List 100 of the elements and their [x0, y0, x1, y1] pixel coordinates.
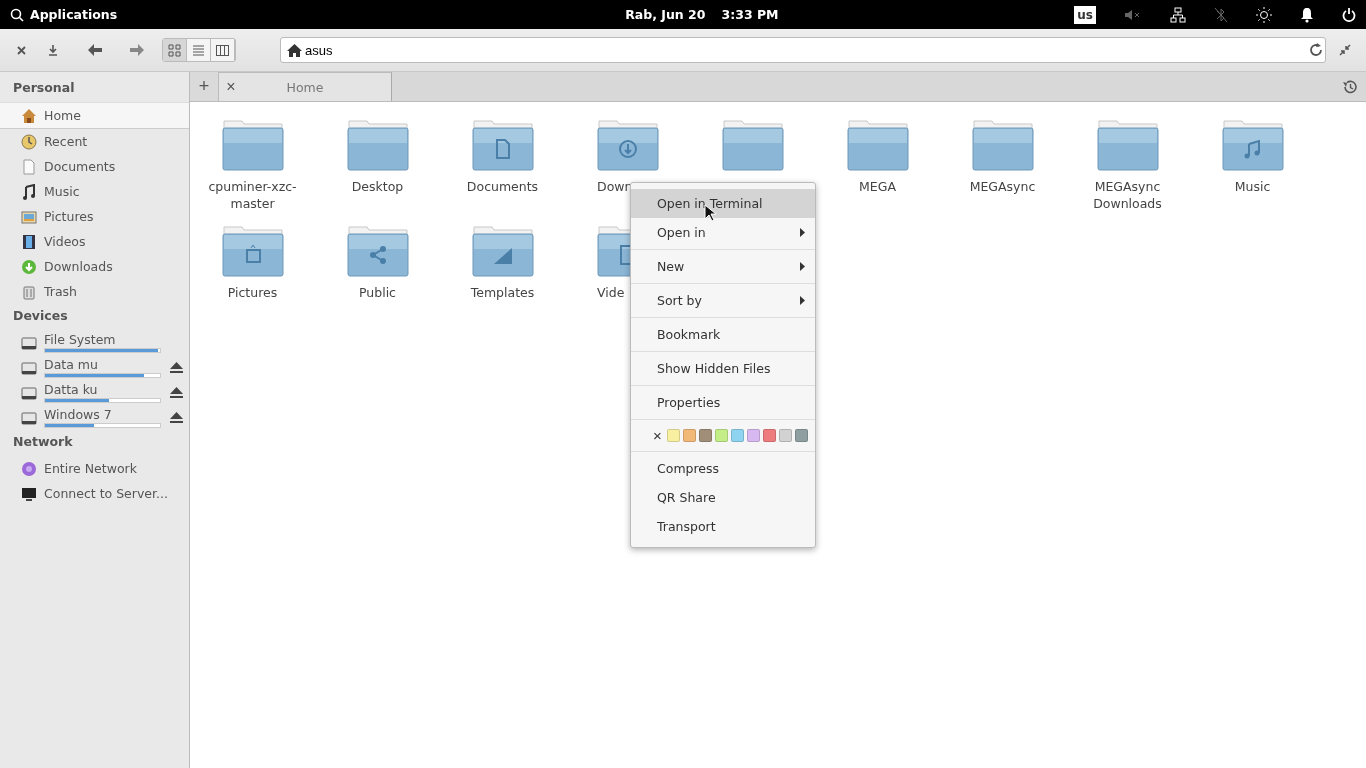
sidebar-item[interactable]: Windows 7 [0, 405, 189, 430]
tab-label: Home [285, 79, 325, 95]
folder-name: Templates [469, 284, 536, 302]
eject-icon[interactable] [170, 412, 183, 423]
submenu-item[interactable]: Open in [631, 218, 815, 247]
download-icon [48, 44, 58, 56]
sidebar-item-label: File System [44, 332, 117, 347]
sidebar-item[interactable]: Home [0, 102, 189, 129]
sidebar-item-label: Documents [44, 159, 116, 174]
folder-icon[interactable] [471, 224, 534, 278]
recent-icon [21, 133, 37, 150]
menu-item[interactable]: Show Hidden Files [631, 354, 815, 383]
menu-item[interactable]: Transport [631, 512, 815, 541]
folder-icon[interactable] [1221, 118, 1284, 172]
folder-icon[interactable] [971, 118, 1034, 172]
time-label[interactable]: 3:33 PM [721, 7, 779, 22]
bluetooth-off-icon[interactable] [1214, 6, 1228, 23]
tab-close-button[interactable]: × [219, 78, 243, 96]
sidebar-item-label: Data mu [44, 357, 99, 372]
color-swatch[interactable] [698, 429, 712, 442]
pictures-icon [21, 208, 37, 225]
folder-icon[interactable] [221, 118, 284, 172]
clear-color-button[interactable]: × [651, 427, 664, 444]
color-swatch[interactable] [794, 429, 808, 442]
brightness-icon[interactable] [1256, 6, 1272, 23]
back-arrow-icon [87, 43, 103, 57]
submenu-arrow-icon [800, 296, 805, 305]
view-mode-button[interactable] [211, 39, 235, 61]
drive-icon [21, 409, 37, 426]
sidebar-item-label: Entire Network [44, 461, 137, 476]
sidebar-item-label: Recent [44, 134, 88, 149]
sidebar-item[interactable]: Entire Network [0, 456, 189, 481]
submenu-item[interactable]: New [631, 252, 815, 281]
color-swatch[interactable] [666, 429, 680, 442]
network-icon [21, 460, 37, 477]
power-icon[interactable] [1342, 7, 1356, 22]
sidebar-item-label: Windows 7 [44, 407, 113, 422]
folder-icon[interactable] [596, 118, 659, 172]
menu-item-label: Sort by [657, 293, 702, 308]
notification-bell-icon[interactable] [1300, 6, 1314, 23]
date-label[interactable]: Rab, Jun 20 [625, 7, 706, 22]
color-swatch[interactable] [714, 429, 728, 442]
sidebar-item-label: Connect to Server... [44, 486, 168, 501]
folder-icon[interactable] [346, 118, 409, 172]
eject-icon[interactable] [170, 362, 183, 373]
submenu-item[interactable]: Sort by [631, 286, 815, 315]
column-view-icon [215, 42, 230, 58]
folder-name: MEGAsync Downloads [1092, 178, 1163, 212]
sidebar-item[interactable]: File System [0, 330, 189, 355]
submenu-arrow-icon [800, 262, 805, 271]
folder-name: Vide [597, 284, 625, 302]
sidebar-item[interactable]: Data mu [0, 355, 189, 380]
folder-icon[interactable] [221, 224, 284, 278]
menu-item[interactable]: Bookmark [631, 320, 815, 349]
sidebar-item[interactable]: Videos [0, 229, 189, 254]
breadcrumb[interactable]: asus [281, 38, 343, 62]
sidebar-item[interactable]: Documents [0, 154, 189, 179]
sidebar-item[interactable]: Pictures [0, 204, 189, 229]
downloads-icon [21, 258, 37, 275]
sidebar-heading: Devices [12, 307, 69, 325]
sidebar-item-label: Trash [44, 284, 78, 299]
forward-arrow-icon [129, 43, 145, 57]
menu-item[interactable]: Compress [631, 454, 815, 483]
muted-speaker-icon[interactable] [1124, 8, 1142, 21]
sidebar-item[interactable]: Recent [0, 129, 189, 154]
folder-icon[interactable] [471, 118, 534, 172]
color-swatch[interactable] [746, 429, 760, 442]
submenu-arrow-icon [800, 228, 805, 237]
menu-item[interactable]: QR Share [631, 483, 815, 512]
color-swatch[interactable] [730, 429, 744, 442]
grid-view-icon [167, 42, 182, 58]
sidebar-item[interactable]: Datta ku [0, 380, 189, 405]
refresh-icon[interactable] [1309, 43, 1323, 57]
folder-name: cpuminer-xzc-master [207, 178, 298, 212]
sidebar-item[interactable]: Trash [0, 279, 189, 304]
sidebar-item[interactable]: Connect to Server... [0, 481, 189, 506]
keyboard-layout-indicator[interactable]: us [1074, 5, 1096, 24]
view-mode-button[interactable] [163, 39, 187, 61]
sidebar-item-label: Datta ku [44, 382, 99, 397]
document-icon [21, 158, 37, 175]
color-swatch[interactable] [762, 429, 776, 442]
music-icon [21, 183, 37, 200]
menu-item[interactable]: Properties [631, 388, 815, 417]
sidebar-item[interactable]: Music [0, 179, 189, 204]
applications-menu[interactable]: Applications [30, 7, 118, 22]
tab[interactable]: × Home [219, 72, 392, 101]
color-swatch[interactable] [778, 429, 792, 442]
color-swatch[interactable] [682, 429, 696, 442]
sidebar-item[interactable]: Downloads [0, 254, 189, 279]
folder-icon[interactable] [846, 118, 909, 172]
location-bar[interactable]: asus [280, 37, 1326, 63]
history-icon[interactable] [1342, 78, 1358, 95]
network-icon[interactable] [1170, 6, 1186, 23]
drive-icon [21, 384, 37, 401]
eject-icon[interactable] [170, 387, 183, 398]
folder-icon[interactable] [346, 224, 409, 278]
folder-icon[interactable] [1096, 118, 1159, 172]
folder-name: Documents [465, 178, 540, 196]
folder-icon[interactable] [721, 118, 784, 172]
menu-item[interactable]: Open in Terminal [631, 189, 815, 218]
